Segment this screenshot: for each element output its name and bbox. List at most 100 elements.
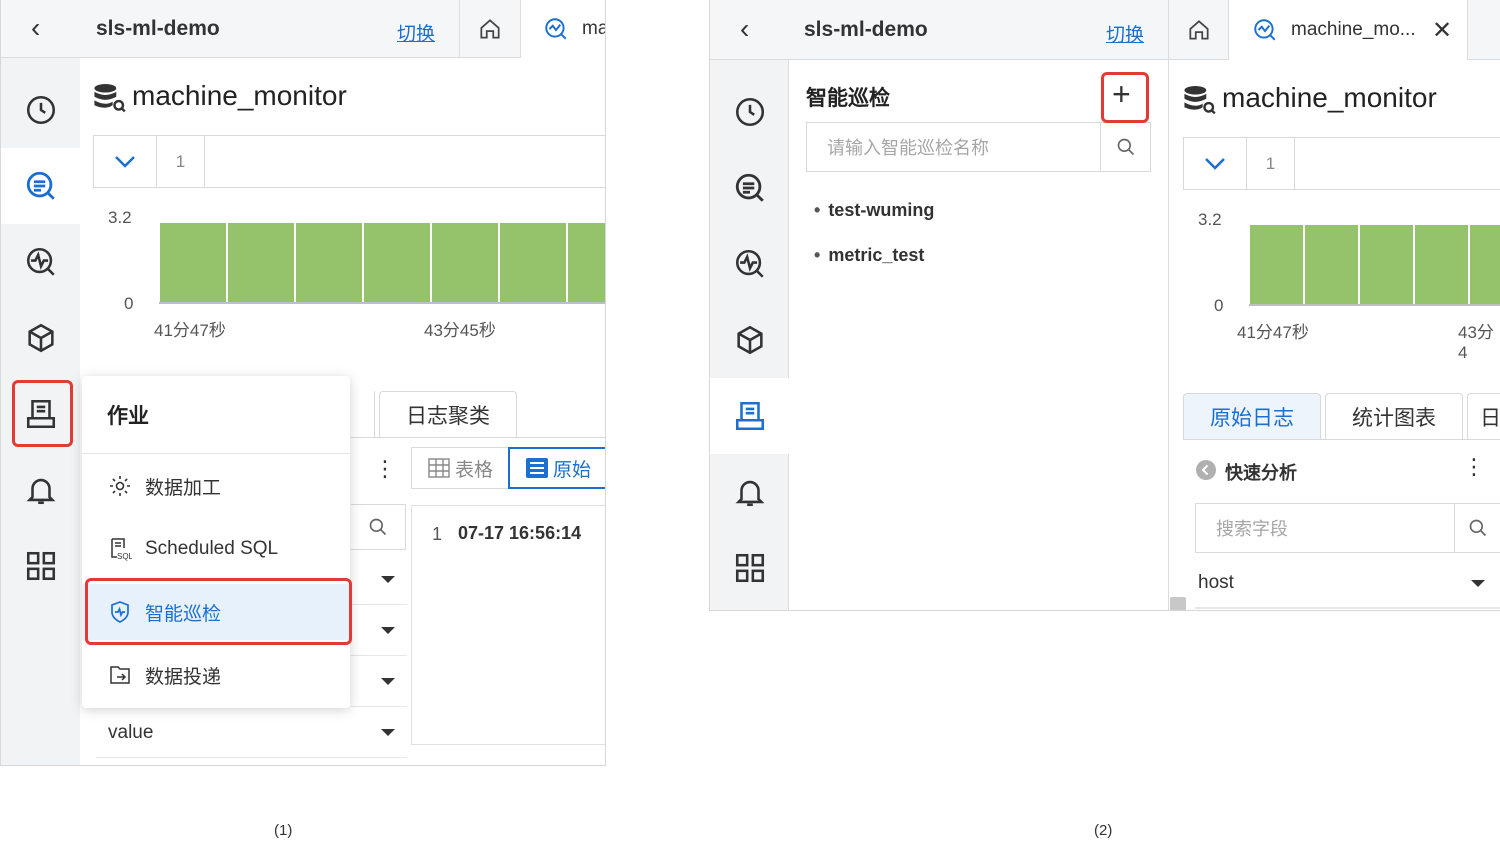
tab-label: ma: [582, 18, 606, 39]
left-nav: [1, 58, 80, 765]
scroll-handle[interactable]: [1170, 597, 1186, 610]
tab-truncated[interactable]: 日: [1467, 393, 1500, 439]
home-icon[interactable]: [1186, 17, 1212, 48]
logstore-icon: [92, 82, 126, 119]
histogram-bar[interactable]: [568, 223, 605, 302]
caret-down-icon: [381, 627, 395, 634]
nav-alerts[interactable]: [1, 452, 80, 528]
nav-history[interactable]: [1, 72, 80, 148]
inspection-search[interactable]: 请输入智能巡检名称: [806, 122, 1151, 172]
field-search[interactable]: 搜索字段: [1195, 503, 1500, 553]
monitor-icon: [1252, 17, 1278, 48]
view-table-button[interactable]: 表格: [411, 447, 510, 489]
y-axis-max: 3.2: [108, 208, 132, 227]
job-menu: 作业 数据加工 SQL Scheduled SQL 智能巡检 数据投递: [82, 376, 350, 708]
menu-item-scheduled-sql[interactable]: SQL Scheduled SQL: [82, 521, 350, 577]
project-name: sls-ml-demo: [96, 17, 220, 40]
inspection-item[interactable]: metric_test: [814, 245, 924, 266]
field-name: value: [108, 721, 154, 743]
menu-item-data-transform[interactable]: 数据加工: [82, 458, 350, 514]
nav-search[interactable]: [710, 150, 789, 226]
histogram-bar[interactable]: [1415, 225, 1468, 304]
histogram-bar[interactable]: [1305, 225, 1358, 304]
chevron-down-icon[interactable]: [1184, 138, 1247, 189]
search-button[interactable]: [1454, 504, 1500, 552]
query-editor[interactable]: 1: [93, 135, 605, 188]
field-row-host[interactable]: host: [1195, 559, 1500, 609]
list-icon: [525, 458, 548, 478]
switch-link[interactable]: 切换: [397, 19, 435, 46]
nav-resources[interactable]: [710, 302, 789, 378]
add-icon[interactable]: +: [1112, 78, 1131, 110]
nav-search[interactable]: [1, 148, 80, 224]
chevron-down-icon[interactable]: [94, 136, 157, 187]
tab-log-cluster[interactable]: 日志聚类: [379, 391, 517, 437]
histogram-bar[interactable]: [1250, 225, 1303, 304]
back-icon[interactable]: ‹: [31, 14, 40, 42]
log-time: 07-17 16:56:14: [458, 523, 582, 543]
field-row-value[interactable]: value: [96, 708, 407, 758]
field-row[interactable]: [351, 606, 407, 656]
histogram-bar[interactable]: [228, 223, 294, 302]
project-name: sls-ml-demo: [804, 18, 928, 41]
screenshot-2: ‹ sls-ml-demo 切换 machine_mo... ✕ 智能巡检 + …: [709, 0, 1500, 611]
collapse-icon[interactable]: [1196, 460, 1216, 485]
tab-charts[interactable]: 统计图表: [1325, 393, 1463, 439]
x-tick: 43分45秒: [424, 321, 496, 340]
field-row[interactable]: [351, 657, 407, 707]
screenshot-1: ‹ sls-ml-demo 切换 ma machine_monitor 1 3.…: [0, 0, 606, 766]
nav-history[interactable]: [710, 74, 789, 150]
search-log-icon: [26, 171, 55, 200]
tab-raw-logs[interactable]: 原始日志: [1183, 393, 1321, 439]
query-editor[interactable]: 1: [1183, 137, 1500, 190]
switch-link[interactable]: 切换: [1106, 20, 1144, 47]
top-bar: ‹ sls-ml-demo 切换 machine_mo... ✕: [710, 0, 1500, 61]
cube-icon: [736, 325, 763, 355]
histogram-bar[interactable]: [364, 223, 430, 302]
more-vertical-icon[interactable]: ⋮: [374, 458, 396, 480]
menu-item-data-export[interactable]: 数据投递: [82, 647, 350, 703]
tab-machine-monitor[interactable]: machine_mo... ✕: [1229, 0, 1467, 61]
nav-jobs[interactable]: [710, 378, 789, 454]
inspection-item[interactable]: test-wuming: [814, 200, 934, 221]
tab-label: machine_mo...: [1291, 19, 1416, 40]
search-icon: [369, 518, 387, 536]
job-icon: [735, 401, 764, 431]
grid-icon: [26, 551, 55, 581]
nav-apps[interactable]: [710, 530, 789, 606]
search-button[interactable]: [1100, 123, 1150, 171]
grid-icon: [735, 553, 764, 583]
nav-apps[interactable]: [1, 528, 80, 604]
menu-item-smart-inspection[interactable]: 智能巡检: [82, 584, 350, 640]
view-raw-button[interactable]: 原始: [508, 447, 605, 489]
more-vertical-icon[interactable]: ⋮: [1463, 456, 1485, 478]
tab-machine-monitor[interactable]: ma: [521, 0, 606, 59]
nav-resources[interactable]: [1, 300, 80, 376]
home-icon[interactable]: [477, 16, 503, 47]
back-icon[interactable]: ‹: [740, 15, 749, 43]
quick-analysis-label: 快速分析: [1225, 463, 1297, 483]
field-row[interactable]: [351, 555, 407, 605]
histogram-bar[interactable]: [500, 223, 566, 302]
histogram-bar[interactable]: [1470, 225, 1500, 304]
field-search-button[interactable]: [351, 504, 406, 550]
logstore-title: machine_monitor: [1222, 82, 1437, 113]
close-icon[interactable]: ✕: [1432, 16, 1452, 45]
job-icon: [26, 399, 55, 429]
histogram-bar[interactable]: [296, 223, 362, 302]
nav-monitor[interactable]: [710, 226, 789, 302]
left-nav: [710, 60, 789, 610]
search-icon: [1469, 519, 1486, 537]
histogram-bar[interactable]: [1360, 225, 1413, 304]
clock-icon: [735, 97, 764, 127]
histogram-bar[interactable]: [432, 223, 498, 302]
menu-title: 作业: [107, 405, 149, 428]
nav-monitor[interactable]: [1, 224, 80, 300]
search-icon: [1117, 138, 1134, 156]
nav-alerts[interactable]: [710, 454, 789, 530]
nav-jobs[interactable]: [1, 376, 80, 452]
pulse-search-icon: [735, 249, 764, 278]
x-tick: 43分4: [1458, 323, 1494, 362]
histogram-bar[interactable]: [160, 223, 226, 302]
cube-icon: [27, 323, 54, 353]
